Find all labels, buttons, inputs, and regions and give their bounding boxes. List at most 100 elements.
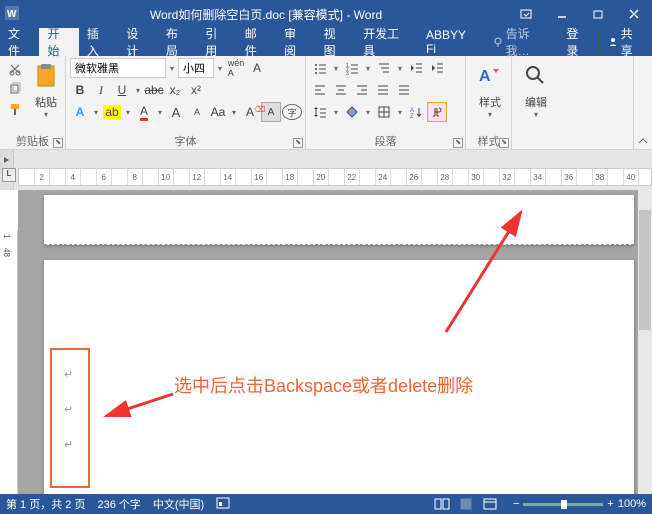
- superscript-button[interactable]: x²: [186, 80, 206, 100]
- tab-layout[interactable]: 布局: [158, 28, 197, 56]
- status-macro-icon[interactable]: [216, 497, 230, 512]
- italic-button[interactable]: I: [91, 80, 111, 100]
- sort-button[interactable]: AZ: [406, 102, 426, 122]
- tab-insert[interactable]: 插入: [79, 28, 118, 56]
- collapse-ribbon-button[interactable]: [634, 56, 652, 149]
- svg-text:3: 3: [346, 71, 349, 75]
- annotation-arrow-1: [436, 202, 536, 342]
- editing-button[interactable]: 编辑 ▾: [516, 58, 556, 121]
- styles-dialog-launcher[interactable]: ⬊: [499, 138, 509, 148]
- annotation-arrow-2: [98, 388, 178, 424]
- font-name-combo[interactable]: 微软雅黑: [70, 58, 166, 78]
- char-border-button[interactable]: A: [247, 58, 267, 78]
- horizontal-ruler[interactable]: 246810121416182022242628303234363840: [18, 168, 652, 186]
- shading-button[interactable]: [342, 102, 362, 122]
- login-button[interactable]: 登录: [558, 28, 597, 56]
- page-2[interactable]: ↵ ↵ ↵ 选中后点击Backspace或者delete删除: [44, 260, 634, 494]
- paragraph-mark: ↵: [52, 368, 88, 381]
- borders-button[interactable]: [374, 102, 394, 122]
- paragraph-mark: ↵: [52, 403, 88, 416]
- minimize-button[interactable]: [544, 0, 580, 28]
- tab-selector[interactable]: L: [2, 168, 16, 182]
- svg-text:W: W: [7, 9, 17, 20]
- phonetic-guide-button[interactable]: wénA: [226, 58, 246, 78]
- status-word-count[interactable]: 236 个字: [97, 496, 140, 512]
- bold-button[interactable]: B: [70, 80, 90, 100]
- paste-button[interactable]: 粘贴 ▾: [26, 58, 66, 121]
- ribbon-options-button[interactable]: [508, 0, 544, 28]
- status-language[interactable]: 中文(中国): [153, 496, 204, 512]
- cut-button[interactable]: [6, 60, 24, 78]
- group-paragraph: ▾ 123▾ ▾ ▾ ▾ ▾ AZ 段落⬊: [306, 56, 466, 149]
- zoom-slider[interactable]: [523, 503, 603, 506]
- tab-view[interactable]: 视图: [316, 28, 355, 56]
- annotation-red-box: ↵ ↵ ↵: [50, 348, 90, 488]
- justify-button[interactable]: [373, 80, 393, 100]
- vertical-scrollbar[interactable]: [638, 190, 652, 494]
- vertical-ruler[interactable]: 1 48: [0, 230, 18, 494]
- ribbon-tabs: 文件 开始 插入 设计 布局 引用 邮件 审阅 视图 开发工具 ABBYY Fi…: [0, 28, 652, 56]
- tab-references[interactable]: 引用: [197, 28, 236, 56]
- shrink-font-button[interactable]: A: [187, 102, 207, 122]
- group-editing: 编辑 ▾: [512, 56, 634, 149]
- paragraph-mark: ↵: [52, 438, 88, 451]
- tab-mailings[interactable]: 邮件: [237, 28, 276, 56]
- share-button[interactable]: 共享: [598, 28, 652, 56]
- show-hide-marks-button[interactable]: [427, 102, 447, 122]
- decrease-indent-button[interactable]: [406, 58, 426, 78]
- line-spacing-button[interactable]: [310, 102, 330, 122]
- multilevel-list-button[interactable]: [374, 58, 394, 78]
- tab-home[interactable]: 开始: [39, 28, 78, 56]
- strikethrough-button[interactable]: abc: [144, 80, 164, 100]
- text-effects-button[interactable]: A: [70, 102, 90, 122]
- zoom-out-button[interactable]: −: [513, 498, 519, 510]
- ruler-area: L 246810121416182022242628303234363840: [0, 150, 652, 190]
- highlight-button[interactable]: ab: [102, 102, 122, 122]
- status-page[interactable]: 第 1 页，共 2 页: [6, 496, 85, 512]
- tab-developer[interactable]: 开发工具: [355, 28, 418, 56]
- align-center-button[interactable]: [331, 80, 351, 100]
- close-button[interactable]: [616, 0, 652, 28]
- app-icon: W: [0, 6, 24, 23]
- tab-file[interactable]: 文件: [0, 28, 39, 56]
- font-size-combo[interactable]: 小四: [178, 58, 214, 78]
- bullets-button[interactable]: [310, 58, 330, 78]
- underline-button[interactable]: U: [112, 80, 132, 100]
- share-icon: [607, 36, 619, 48]
- copy-button[interactable]: [6, 80, 24, 98]
- svg-text:A: A: [479, 68, 491, 85]
- tab-design[interactable]: 设计: [118, 28, 157, 56]
- distribute-button[interactable]: [394, 80, 414, 100]
- web-layout-button[interactable]: [479, 496, 501, 512]
- format-painter-button[interactable]: [6, 100, 24, 118]
- document-area[interactable]: ↵ ↵ ↵ 选中后点击Backspace或者delete删除: [18, 190, 638, 494]
- grow-font-button[interactable]: A: [166, 102, 186, 122]
- align-left-button[interactable]: [310, 80, 330, 100]
- scrollbar-thumb[interactable]: [639, 210, 651, 330]
- read-mode-button[interactable]: [431, 496, 453, 512]
- font-color-button[interactable]: A: [134, 102, 154, 122]
- styles-button[interactable]: A 样式 ▾: [470, 58, 510, 121]
- tab-abbyy[interactable]: ABBYY Fi: [418, 28, 486, 56]
- tab-review[interactable]: 审阅: [276, 28, 315, 56]
- group-styles: A 样式 ▾ 样式⬊: [466, 56, 512, 149]
- restore-button[interactable]: [580, 0, 616, 28]
- font-dialog-launcher[interactable]: ⬊: [293, 138, 303, 148]
- enclose-char-button[interactable]: 字: [282, 104, 302, 120]
- numbering-button[interactable]: 123: [342, 58, 362, 78]
- annotation-text: 选中后点击Backspace或者delete删除: [174, 372, 473, 398]
- clipboard-dialog-launcher[interactable]: ⬊: [53, 138, 63, 148]
- print-layout-button[interactable]: [455, 496, 477, 512]
- group-font: 微软雅黑▾ 小四▾ wénA A B I U▾ abc x₂ x² A▾ ab▾…: [66, 56, 306, 149]
- clear-formatting-button[interactable]: A⌫: [240, 102, 260, 122]
- group-clipboard: 粘贴 ▾ 剪贴板⬊: [0, 56, 66, 149]
- zoom-in-button[interactable]: +: [607, 498, 613, 510]
- page-1-bottom[interactable]: [44, 195, 634, 245]
- change-case-button[interactable]: Aa: [208, 102, 228, 122]
- subscript-button[interactable]: x₂: [165, 80, 185, 100]
- tell-me[interactable]: 告诉我…: [486, 28, 559, 56]
- zoom-level[interactable]: 100%: [618, 498, 646, 510]
- increase-indent-button[interactable]: [427, 58, 447, 78]
- paragraph-dialog-launcher[interactable]: ⬊: [453, 138, 463, 148]
- align-right-button[interactable]: [352, 80, 372, 100]
